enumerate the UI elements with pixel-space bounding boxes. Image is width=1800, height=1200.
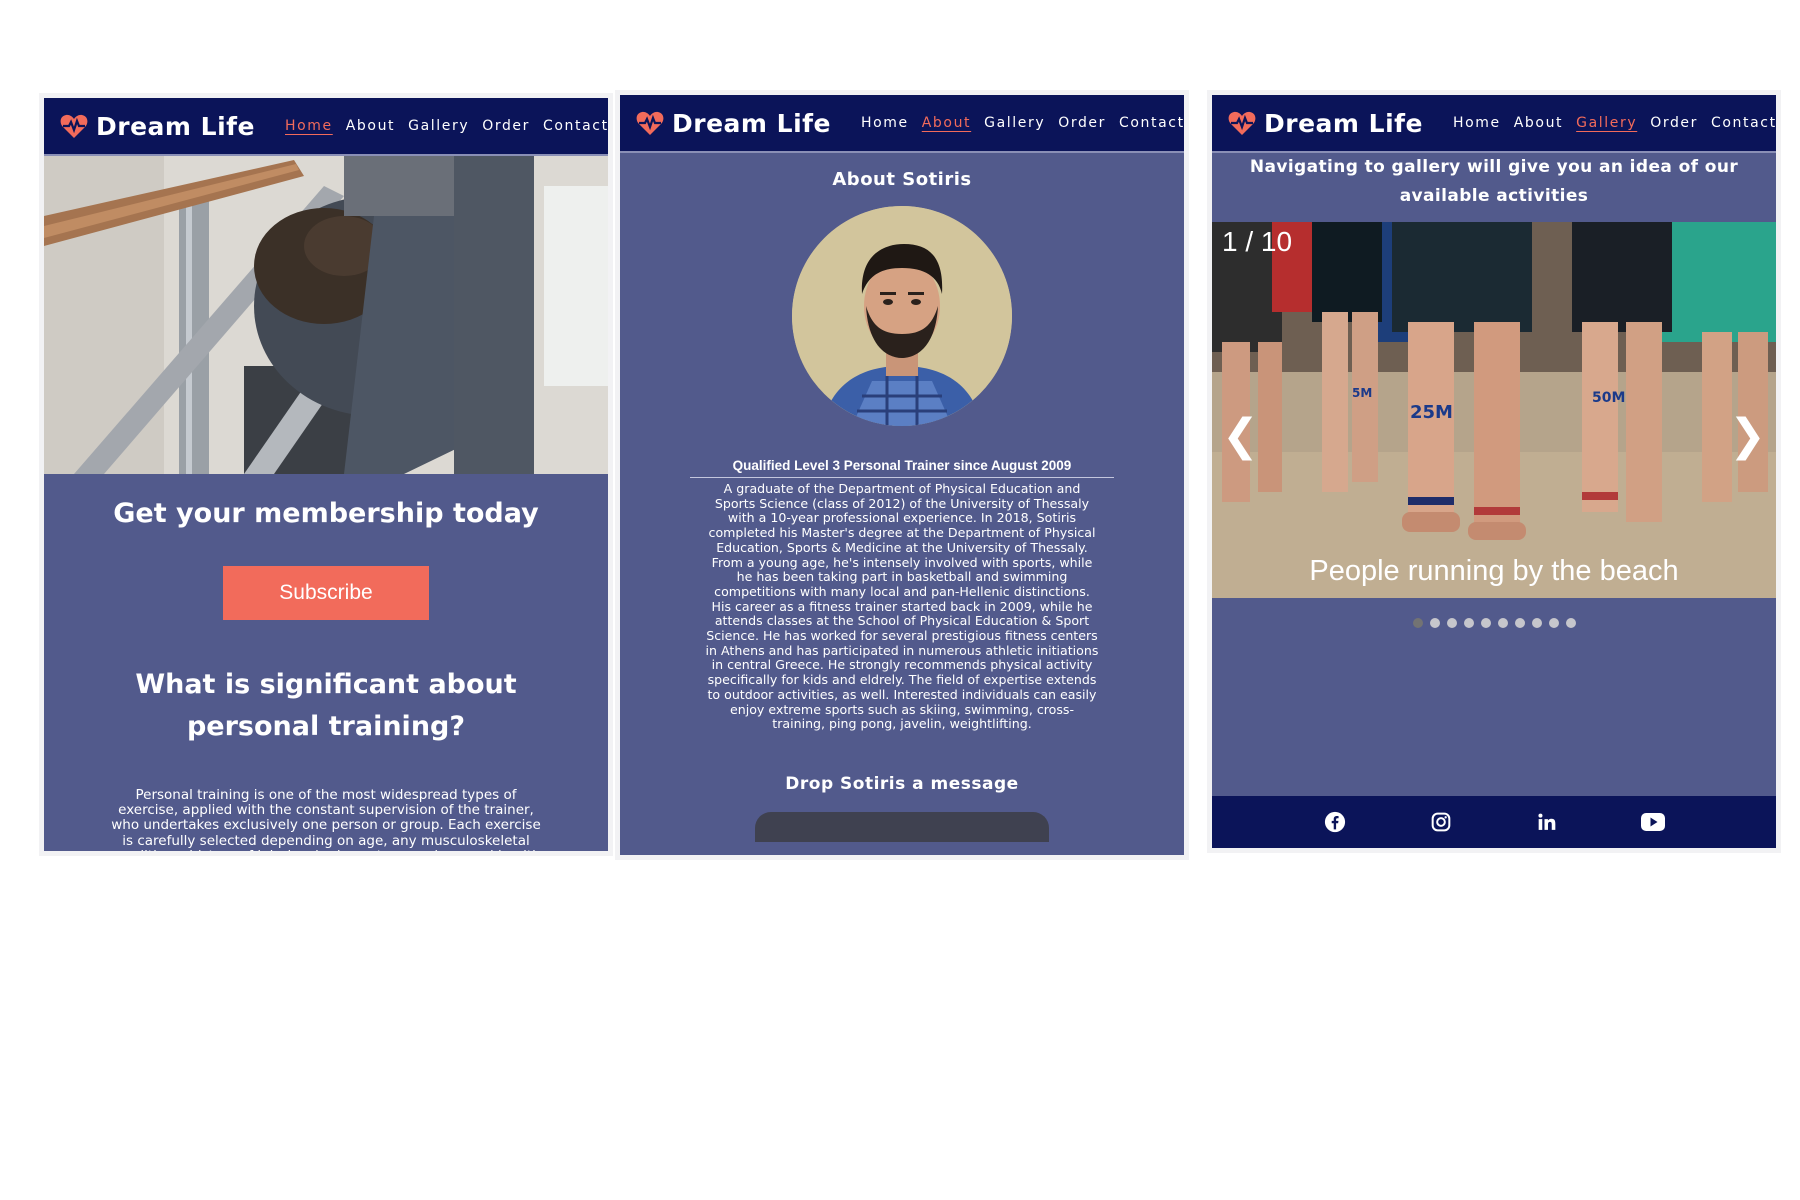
- nav-home[interactable]: Home: [1453, 115, 1501, 131]
- gallery-heading: Navigating to gallery will give you an i…: [1249, 157, 1739, 206]
- slide-counter: 1 / 10: [1222, 226, 1293, 257]
- footer: [1212, 796, 1776, 848]
- instagram-icon[interactable]: [1429, 810, 1453, 834]
- nav-gallery[interactable]: Gallery: [408, 118, 469, 134]
- bib-label-25m: 25M: [1410, 402, 1453, 423]
- brand[interactable]: Dream Life: [1228, 109, 1423, 138]
- bib-label-5m: 5M: [1352, 386, 1372, 400]
- heart-pulse-icon: [636, 111, 664, 135]
- slide-dot[interactable]: [1446, 618, 1457, 628]
- subscribe-button[interactable]: Subscribe: [223, 566, 429, 620]
- about-page-panel: Dream Life Home About Gallery Order Cont…: [620, 95, 1184, 855]
- nav-contact[interactable]: Contact: [1711, 115, 1776, 131]
- brand[interactable]: Dream Life: [636, 109, 831, 138]
- nav-contact[interactable]: Contact: [543, 118, 608, 134]
- brand-name: Dream Life: [1264, 108, 1423, 138]
- prev-arrow-icon[interactable]: ❮: [1222, 410, 1259, 461]
- section-heading: What is significant about personal train…: [135, 669, 517, 742]
- slide-dot[interactable]: [1480, 618, 1491, 628]
- brand-name: Dream Life: [672, 108, 831, 138]
- heart-pulse-icon: [60, 114, 88, 138]
- message-heading: Drop Sotiris a message: [785, 773, 1019, 794]
- nav-menu: Home About Gallery Order Contact: [285, 118, 608, 134]
- heart-pulse-icon: [1228, 111, 1256, 135]
- bib-label-50m: 50M: [1592, 390, 1625, 406]
- trainer-avatar: [792, 206, 1012, 426]
- nav-about[interactable]: About: [1514, 115, 1563, 131]
- youtube-icon[interactable]: [1641, 810, 1665, 834]
- nav-about[interactable]: About: [346, 118, 395, 134]
- divider: [690, 477, 1114, 478]
- nav-order[interactable]: Order: [1058, 115, 1106, 131]
- hero-image: [44, 156, 608, 474]
- runners-beach-photo: 25M 5M 50M: [1212, 222, 1776, 598]
- about-heading: About Sotiris: [832, 169, 972, 190]
- slide-dot[interactable]: [1497, 618, 1508, 628]
- brand-name: Dream Life: [96, 111, 255, 141]
- bio-text: A graduate of the Department of Physical…: [705, 481, 1099, 732]
- nav-menu: Home About Gallery Order Contact: [1453, 115, 1776, 131]
- nav-about[interactable]: About: [922, 115, 971, 131]
- gym-workout-photo: [44, 156, 608, 474]
- slide-indicators: [1212, 618, 1776, 628]
- slide-dot[interactable]: [1463, 618, 1474, 628]
- slide-dot[interactable]: [1429, 618, 1440, 628]
- slide-dot[interactable]: [1412, 618, 1423, 628]
- nav-order[interactable]: Order: [1650, 115, 1698, 131]
- gallery-page-panel: Dream Life Home About Gallery Order Cont…: [1212, 95, 1776, 848]
- linkedin-icon[interactable]: [1535, 810, 1559, 834]
- navbar: Dream Life Home About Gallery Order Cont…: [1212, 95, 1776, 153]
- slide-caption: People running by the beach: [1309, 555, 1679, 587]
- nav-home[interactable]: Home: [861, 115, 909, 131]
- slide-dot[interactable]: [1531, 618, 1542, 628]
- qualification-text: Qualified Level 3 Personal Trainer since…: [732, 458, 1072, 473]
- slide-dot[interactable]: [1548, 618, 1559, 628]
- nav-contact[interactable]: Contact: [1119, 115, 1184, 131]
- nav-home[interactable]: Home: [285, 118, 333, 134]
- message-form[interactable]: [755, 811, 1049, 842]
- slide-dot[interactable]: [1514, 618, 1525, 628]
- slide-dot[interactable]: [1565, 618, 1576, 628]
- nav-gallery[interactable]: Gallery: [1576, 115, 1637, 131]
- navbar: Dream Life Home About Gallery Order Cont…: [620, 95, 1184, 153]
- gallery-slide: 25M 5M 50M 1 / 10 ❮ ❯ People running by …: [1212, 222, 1776, 598]
- next-arrow-icon[interactable]: ❯: [1729, 410, 1766, 461]
- nav-menu: Home About Gallery Order Contact: [861, 115, 1184, 131]
- home-page-panel: Dream Life Home About Gallery Order Cont…: [44, 98, 608, 851]
- section-text: Personal training is one of the most wid…: [111, 787, 541, 851]
- trainer-portrait: [792, 206, 1012, 426]
- facebook-icon[interactable]: [1323, 810, 1347, 834]
- nav-order[interactable]: Order: [482, 118, 530, 134]
- cta-heading: Get your membership today: [113, 498, 539, 529]
- brand[interactable]: Dream Life: [60, 112, 255, 141]
- navbar: Dream Life Home About Gallery Order Cont…: [44, 98, 608, 156]
- nav-gallery[interactable]: Gallery: [984, 115, 1045, 131]
